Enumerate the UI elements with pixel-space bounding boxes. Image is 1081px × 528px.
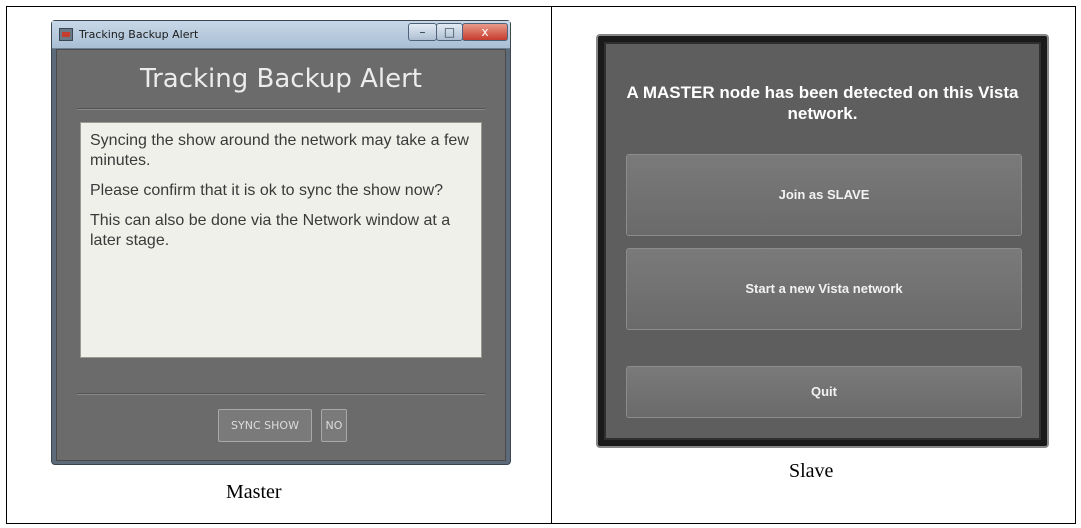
app-icon [59, 28, 73, 41]
message-paragraph: This can also be done via the Network wi… [90, 212, 451, 249]
message-paragraph: Please confirm that it is ok to sync the… [90, 182, 444, 199]
close-button[interactable]: x [462, 23, 508, 41]
message-paragraph: Syncing the show around the network may … [90, 132, 469, 169]
message-box: Syncing the show around the network may … [80, 122, 482, 358]
table-divider [551, 6, 552, 524]
quit-button[interactable]: Quit [626, 366, 1022, 418]
master-dialog-window: Tracking Backup Alert – □ x Tracking Bac… [51, 20, 511, 465]
master-caption: Master [226, 481, 282, 503]
join-as-slave-button[interactable]: Join as SLAVE [626, 154, 1022, 236]
slave-caption: Slave [789, 460, 834, 482]
dialog-body: A MASTER node has been detected on this … [604, 42, 1041, 440]
slave-dialog-window: A MASTER node has been detected on this … [596, 34, 1049, 448]
maximize-button[interactable]: □ [436, 23, 463, 41]
title-bar[interactable]: Tracking Backup Alert – □ x [52, 21, 510, 49]
minimize-button[interactable]: – [408, 23, 437, 41]
dialog-heading: Tracking Backup Alert [140, 64, 422, 94]
dialog-body: Tracking Backup Alert Syncing the show a… [56, 49, 506, 461]
divider [77, 108, 485, 110]
dialog-heading: A MASTER node has been detected on this … [626, 83, 1019, 123]
window-title: Tracking Backup Alert [79, 28, 199, 41]
sync-show-button[interactable]: SYNC SHOW [218, 409, 312, 442]
start-new-network-button[interactable]: Start a new Vista network [626, 248, 1022, 330]
no-button[interactable]: NO [321, 409, 347, 442]
divider [77, 393, 485, 395]
